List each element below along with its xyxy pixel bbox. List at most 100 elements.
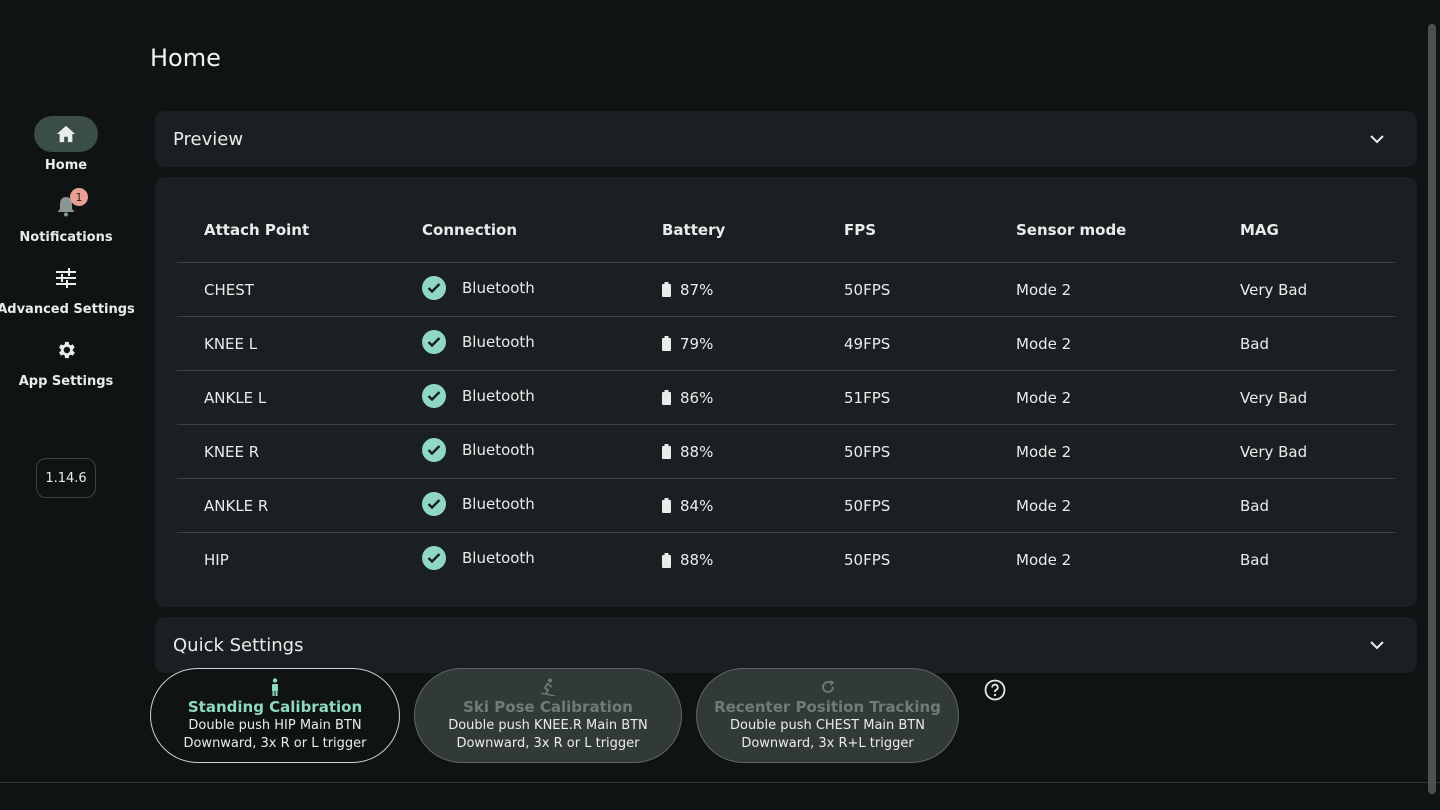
connection-label: Bluetooth — [462, 386, 535, 405]
table-row[interactable]: KNEE R Bluetooth 88% 50FPS Mode 2 Very B… — [177, 425, 1395, 479]
sensor-mode-cell: Mode 2 — [1016, 388, 1072, 407]
column-header: Connection — [422, 221, 518, 239]
scrollbar[interactable] — [1428, 24, 1436, 794]
preview-title: Preview — [173, 128, 244, 150]
connection-label: Bluetooth — [462, 494, 535, 513]
home-icon — [56, 125, 76, 143]
sidebar: Home 1 Notifications Advanced Settings A… — [0, 0, 135, 782]
column-header: MAG — [1240, 221, 1279, 239]
mag-cell: Bad — [1240, 334, 1270, 353]
battery-icon — [662, 552, 671, 568]
mag-cell: Very Bad — [1240, 388, 1308, 407]
battery-icon — [662, 390, 671, 405]
column-header: Sensor mode — [1016, 221, 1127, 239]
column-header: Battery — [662, 221, 726, 239]
quick-settings-panel-header[interactable]: Quick Settings — [155, 617, 1417, 673]
preview-panel-header[interactable]: Preview — [155, 111, 1417, 167]
check-circle-icon — [422, 437, 446, 462]
attach-point-cell: ANKLE L — [204, 388, 267, 407]
sidebar-item-notifications[interactable]: 1 Notifications — [0, 188, 132, 245]
sidebar-item-app-settings[interactable]: App Settings — [0, 332, 132, 389]
sensor-mode-cell: Mode 2 — [1016, 280, 1072, 299]
button-title: Ski Pose Calibration — [463, 697, 633, 716]
ski-pose-calibration-button[interactable]: Ski Pose Calibration Double push KNEE.R … — [414, 668, 682, 763]
battery-value: 79% — [680, 334, 714, 353]
attach-point-cell: ANKLE R — [204, 496, 269, 515]
recenter-position-tracking-button[interactable]: Recenter Position Tracking Double push C… — [696, 668, 959, 763]
mag-cell: Very Bad — [1240, 280, 1308, 299]
table-row[interactable]: HIP Bluetooth 88% 50FPS Mode 2 Bad — [177, 533, 1395, 587]
battery-icon — [662, 282, 671, 297]
fps-cell: 50FPS — [844, 442, 891, 461]
sensor-mode-cell: Mode 2 — [1016, 334, 1072, 353]
fps-cell: 49FPS — [844, 334, 891, 353]
version-badge[interactable]: 1.14.6 — [36, 458, 96, 498]
column-header: Attach Point — [204, 221, 310, 239]
button-hint: Double push CHEST Main BTN — [730, 717, 925, 733]
check-circle-icon — [422, 546, 446, 570]
table-row[interactable]: CHEST Bluetooth 87% 50FPS Mode 2 Very Ba… — [177, 263, 1395, 317]
mag-cell: Bad — [1240, 496, 1270, 515]
table-row[interactable]: ANKLE R Bluetooth 84% 50FPS Mode 2 Bad — [177, 479, 1395, 533]
table-row[interactable]: KNEE L Bluetooth 79% 49FPS Mode 2 Bad — [177, 317, 1395, 371]
sidebar-item-label: App Settings — [18, 374, 114, 389]
battery-icon — [662, 444, 671, 459]
check-circle-icon — [422, 383, 446, 408]
sidebar-item-label: Advanced Settings — [0, 302, 135, 317]
tracker-table: Attach Point Connection Battery FPS Sens… — [155, 177, 1417, 607]
fps-cell: 50FPS — [844, 551, 891, 569]
connection-cell: Bluetooth — [422, 479, 535, 532]
battery-icon — [662, 498, 671, 513]
chevron-down-icon[interactable] — [1365, 127, 1389, 151]
connection-label: Bluetooth — [462, 278, 535, 297]
button-hint: Downward, 3x R or L trigger — [183, 735, 367, 751]
battery-value: 86% — [680, 388, 714, 407]
standing-calibration-button[interactable]: Standing Calibration Double push HIP Mai… — [150, 668, 400, 763]
battery-cell: 88% — [662, 533, 713, 587]
connection-cell: Bluetooth — [422, 317, 535, 370]
home-icon-pill — [34, 116, 98, 152]
battery-value: 84% — [680, 496, 714, 515]
connection-label: Bluetooth — [462, 332, 535, 351]
battery-icon — [662, 336, 671, 351]
battery-value: 88% — [680, 551, 714, 569]
attach-point-cell: CHEST — [204, 280, 254, 299]
button-title: Recenter Position Tracking — [714, 697, 941, 716]
check-circle-icon — [422, 329, 446, 354]
check-circle-icon — [422, 275, 446, 300]
connection-cell: Bluetooth — [422, 425, 535, 478]
attach-point-cell: HIP — [204, 551, 229, 569]
connection-cell: Bluetooth — [422, 533, 535, 587]
sensor-mode-cell: Mode 2 — [1016, 551, 1072, 569]
button-hint: Downward, 3x R or L trigger — [456, 735, 640, 751]
table-header-row: Attach Point Connection Battery FPS Sens… — [177, 213, 1395, 263]
sidebar-item-home[interactable]: Home — [0, 116, 132, 173]
button-title: Standing Calibration — [187, 697, 363, 716]
footer-divider — [0, 782, 1440, 783]
chevron-down-icon[interactable] — [1365, 633, 1389, 657]
gear-icon-wrap — [34, 332, 98, 368]
refresh-icon — [820, 677, 836, 697]
battery-cell: 86% — [662, 371, 713, 424]
button-hint: Downward, 3x R+L trigger — [741, 735, 914, 751]
check-circle-icon — [422, 491, 446, 516]
sliders-icon — [56, 268, 76, 288]
battery-cell: 79% — [662, 317, 713, 370]
help-icon[interactable] — [984, 679, 1006, 701]
connection-cell: Bluetooth — [422, 263, 535, 316]
button-hint: Double push HIP Main BTN — [188, 717, 362, 733]
attach-point-cell: KNEE L — [204, 334, 258, 353]
mag-cell: Very Bad — [1240, 442, 1308, 461]
fps-cell: 50FPS — [844, 280, 891, 299]
table-row[interactable]: ANKLE L Bluetooth 86% 51FPS Mode 2 Very … — [177, 371, 1395, 425]
fps-cell: 51FPS — [844, 388, 891, 407]
sidebar-item-label: Notifications — [19, 230, 113, 245]
skier-icon — [539, 677, 557, 697]
gear-icon — [59, 341, 75, 359]
sidebar-item-advanced-settings[interactable]: Advanced Settings — [0, 260, 135, 317]
connection-cell: Bluetooth — [422, 371, 535, 424]
battery-cell: 84% — [662, 479, 713, 532]
quick-settings-title: Quick Settings — [173, 634, 304, 656]
bell-icon-wrap: 1 — [34, 188, 98, 224]
connection-label: Bluetooth — [462, 440, 535, 459]
